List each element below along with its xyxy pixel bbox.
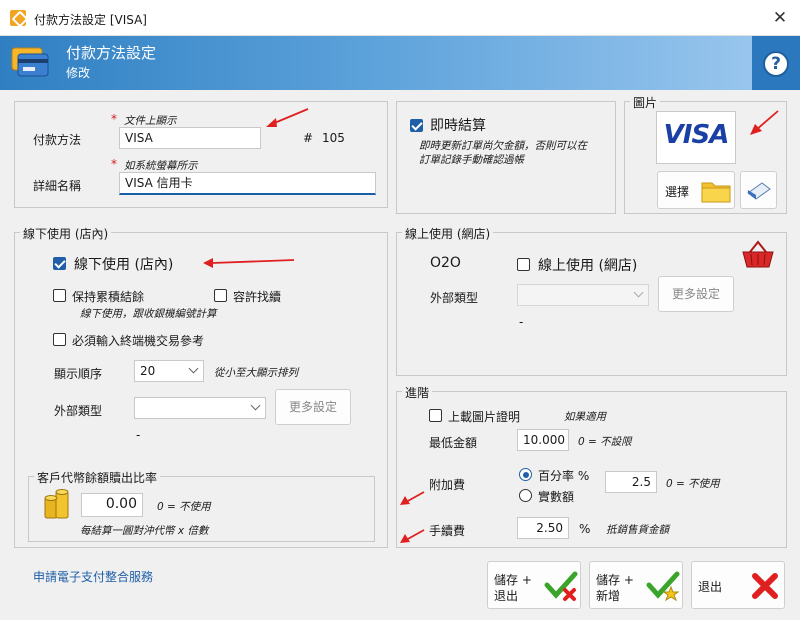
allow-change-label: 容許找續 <box>233 290 282 304</box>
display-order-select[interactable]: 20 <box>134 360 204 382</box>
offline-ext-type-select[interactable] <box>134 397 266 419</box>
display-order-label: 顯示順序 <box>54 367 103 381</box>
folder-icon <box>701 182 731 203</box>
required-mark: * <box>111 112 117 126</box>
save-exit-label-1: 儲存 + <box>494 573 532 587</box>
page-title: 付款方法設定 <box>66 44 157 62</box>
detail-name-input[interactable]: VISA 信用卡 <box>119 172 376 195</box>
keep-balance-checkbox[interactable] <box>53 289 66 302</box>
min-amount-label: 最低金額 <box>429 436 478 450</box>
select-image-button[interactable]: 選擇 <box>657 171 735 209</box>
chevron-down-icon <box>633 287 644 298</box>
keep-balance-label: 保持累積結餘 <box>72 290 145 304</box>
detail-name-note: 如系統螢幕所示 <box>124 160 198 172</box>
online-panel-title: 線上使用 (網店) <box>402 225 494 242</box>
instant-settlement-label: 即時結算 <box>430 118 486 134</box>
coins-icon <box>44 489 69 519</box>
cross-icon <box>752 573 778 599</box>
save-new-label-1: 儲存 + <box>596 573 634 587</box>
window-title: 付款方法設定 [VISA] <box>34 13 147 27</box>
exit-label: 退出 <box>698 580 723 594</box>
coin-ratio-note: 0 = 不使用 <box>157 501 211 513</box>
o2o-label: O2O <box>430 255 461 271</box>
check-star-icon <box>646 571 680 602</box>
advanced-panel-title: 進階 <box>402 384 433 401</box>
offline-more-settings-button[interactable]: 更多設定 <box>275 389 351 425</box>
surcharge-note: 0 = 不使用 <box>666 478 720 490</box>
credit-cards-icon <box>11 47 49 77</box>
min-amount-note: 0 = 不設限 <box>578 436 632 448</box>
image-panel-title: 圖片 <box>630 94 661 111</box>
id-value: 105 <box>322 131 345 145</box>
handling-fee-input[interactable]: 2.50 <box>517 517 569 539</box>
online-more-settings-button[interactable]: 更多設定 <box>658 276 734 312</box>
save-exit-label-2: 退出 <box>494 589 519 603</box>
eraser-icon <box>747 182 771 200</box>
keep-balance-note: 線下使用，跟收銀機編號計算 <box>80 308 217 320</box>
save-new-label-2: 新增 <box>596 589 621 603</box>
min-amount-input[interactable]: 10.000 <box>517 429 569 451</box>
coin-ratio-sub-note: 每結算一圓對沖代幣 x 倍數 <box>80 525 209 537</box>
online-ext-type-select[interactable] <box>517 284 649 306</box>
coin-ratio-title: 客戶代幣餘額贖出比率 <box>34 469 161 486</box>
offline-panel-title: 線下使用 (店內) <box>20 225 112 242</box>
online-dash: - <box>519 315 524 329</box>
app-icon <box>10 10 26 26</box>
online-enable-checkbox[interactable] <box>517 258 530 271</box>
upload-proof-label: 上載圖片證明 <box>448 410 521 424</box>
apply-epayment-link[interactable]: 申請電子支付整合服務 <box>33 568 153 585</box>
id-hash: # <box>303 131 314 145</box>
surcharge-actual-radio[interactable] <box>519 489 532 502</box>
help-icon[interactable]: ? <box>763 51 789 77</box>
display-order-note: 從小至大顯示排列 <box>214 367 298 379</box>
select-image-label: 選擇 <box>665 185 690 199</box>
check-cross-icon <box>544 571 578 601</box>
chevron-down-icon <box>250 400 261 411</box>
shopping-basket-icon <box>742 240 774 268</box>
upload-proof-note: 如果適用 <box>564 411 606 423</box>
visa-logo-text: VISA <box>663 120 730 150</box>
offline-dash: - <box>136 428 141 442</box>
close-icon[interactable]: ✕ <box>770 8 790 28</box>
payment-method-input[interactable]: VISA <box>119 127 261 149</box>
handling-fee-unit: % <box>579 522 591 536</box>
save-new-button[interactable]: 儲存 + 新增 <box>589 561 683 609</box>
payment-method-note: 文件上顯示 <box>124 115 177 127</box>
offline-enable-label: 線下使用 (店內) <box>74 257 174 273</box>
surcharge-percent-radio[interactable] <box>519 468 532 481</box>
offline-ext-type-label: 外部類型 <box>54 404 103 418</box>
instant-settlement-note-2: 訂單記錄手動確認過帳 <box>419 154 524 166</box>
online-enable-label: 線上使用 (網店) <box>538 258 638 274</box>
required-mark: * <box>111 157 117 171</box>
payment-method-label: 付款方法 <box>33 133 82 147</box>
surcharge-actual-label: 實數額 <box>538 490 575 504</box>
online-ext-type-label: 外部類型 <box>430 291 479 305</box>
visa-logo-image: VISA <box>656 111 736 164</box>
require-ref-checkbox[interactable] <box>53 333 66 346</box>
handling-fee-label: 手續費 <box>429 524 466 538</box>
chevron-down-icon <box>188 363 199 374</box>
clear-image-button[interactable] <box>740 171 777 209</box>
detail-name-label: 詳細名稱 <box>33 179 82 193</box>
offline-enable-checkbox[interactable] <box>53 257 66 270</box>
surcharge-label: 附加費 <box>429 478 466 492</box>
exit-button[interactable]: 退出 <box>691 561 785 609</box>
handling-fee-note: 抵銷售貨金額 <box>606 524 669 536</box>
surcharge-input[interactable]: 2.5 <box>605 471 657 493</box>
page-subtitle: 修改 <box>66 66 91 80</box>
instant-settlement-checkbox[interactable] <box>410 119 423 132</box>
upload-proof-checkbox[interactable] <box>429 409 442 422</box>
require-ref-label: 必須輸入終端機交易參考 <box>72 334 205 348</box>
coin-ratio-input[interactable]: 0.00 <box>81 493 143 517</box>
save-exit-button[interactable]: 儲存 + 退出 <box>487 561 581 609</box>
allow-change-checkbox[interactable] <box>214 289 227 302</box>
instant-settlement-note-1: 即時更新訂單尚欠金額，否則可以在 <box>419 140 587 152</box>
surcharge-percent-label: 百分率 % <box>538 469 590 483</box>
display-order-value: 20 <box>140 364 156 378</box>
